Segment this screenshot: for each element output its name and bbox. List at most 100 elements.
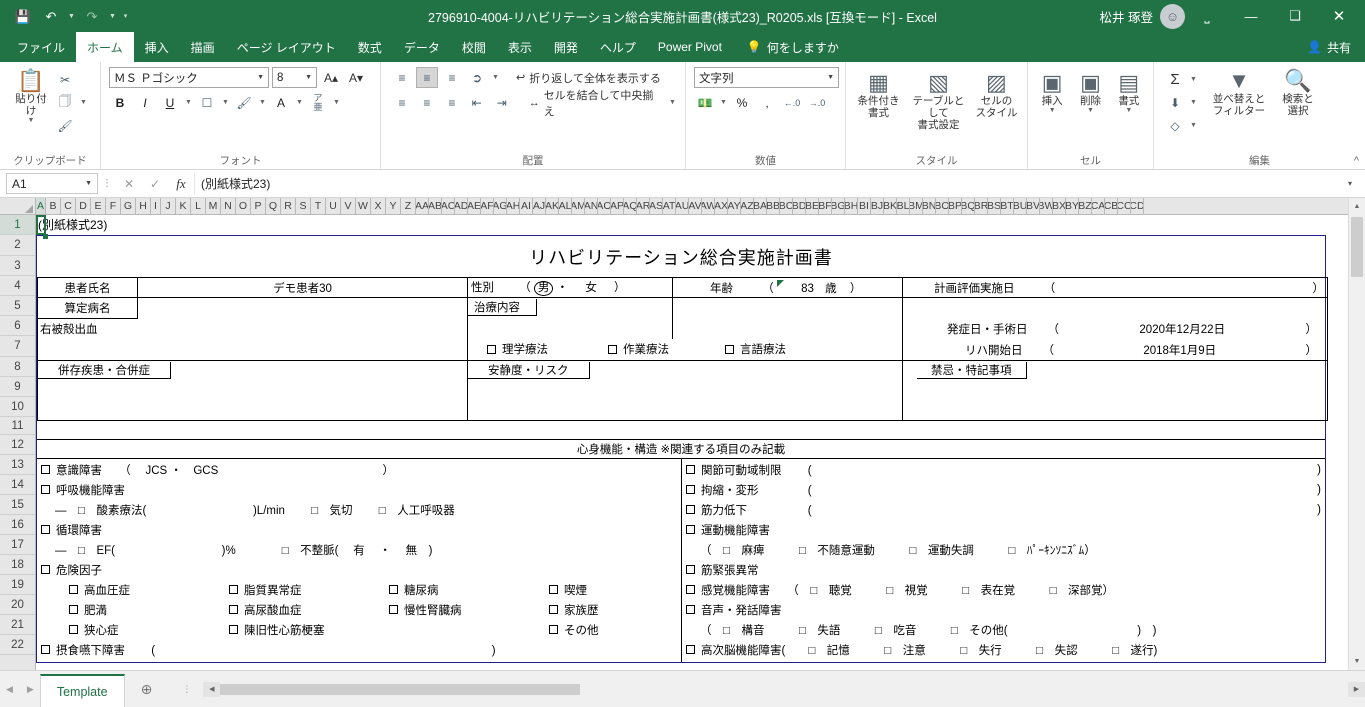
- ribbon-display-options-icon[interactable]: ⎵: [1185, 0, 1229, 32]
- column-header-BO[interactable]: BO: [936, 198, 949, 214]
- row-header-10[interactable]: 10: [0, 397, 35, 417]
- column-header-AL[interactable]: AL: [559, 198, 572, 214]
- row-header-5[interactable]: 5: [0, 296, 35, 316]
- column-header-R[interactable]: R: [281, 198, 296, 214]
- tab-help[interactable]: ヘルプ: [589, 32, 647, 62]
- column-header-CB[interactable]: CB: [1105, 198, 1118, 214]
- tab-draw[interactable]: 描画: [180, 32, 226, 62]
- column-header-BC[interactable]: BC: [780, 198, 793, 214]
- increase-decimal-icon[interactable]: ←.0: [781, 92, 803, 113]
- item-label[interactable]: （ □ 麻痺 □ 不随意運動 □ 運動失調 □ ﾊﾟｰｷﾝｿﾆｽﾞﾑ）: [700, 542, 1096, 558]
- column-header-AW[interactable]: AW: [702, 198, 715, 214]
- column-header-A[interactable]: A: [36, 198, 46, 214]
- sort-filter-button[interactable]: ▼ 並べ替えと フィルター: [1206, 67, 1272, 119]
- rest-risk-value[interactable]: [467, 380, 903, 421]
- number-format-select[interactable]: 文字列 ▼: [694, 67, 839, 88]
- rehab-start-value[interactable]: 2018年1月9日: [1054, 342, 1306, 358]
- undo-dropdown-caret[interactable]: ▼: [66, 13, 77, 20]
- column-header-BV[interactable]: BV: [1027, 198, 1040, 214]
- checkbox-old-myocardial-infarction[interactable]: [229, 625, 238, 634]
- fill-handle[interactable]: [43, 234, 48, 239]
- column-header-K[interactable]: K: [176, 198, 191, 214]
- insert-cells-button[interactable]: ▣ 挿入 ▼: [1033, 69, 1071, 117]
- horizontal-scroll-track[interactable]: [220, 681, 1348, 697]
- cell-styles-button[interactable]: ▨ セルの スタイル: [971, 69, 1022, 121]
- cancel-formula-icon[interactable]: ✕: [116, 173, 142, 194]
- percent-style-icon[interactable]: %: [731, 92, 753, 113]
- copy-dropdown-caret[interactable]: ▼: [79, 99, 88, 106]
- column-header-AP[interactable]: AP: [611, 198, 624, 214]
- column-header-AE[interactable]: AE: [468, 198, 481, 214]
- column-header-J[interactable]: J: [161, 198, 176, 214]
- column-header-X[interactable]: X: [371, 198, 386, 214]
- name-box-caret-icon[interactable]: ▼: [85, 180, 92, 187]
- checkbox-consciousness-disorder[interactable]: [41, 465, 50, 474]
- column-header-V[interactable]: V: [341, 198, 356, 214]
- column-header-AN[interactable]: AN: [585, 198, 598, 214]
- row-header-22[interactable]: 22: [0, 635, 35, 655]
- column-header-S[interactable]: S: [296, 198, 311, 214]
- checkbox-dysphagia[interactable]: [41, 645, 50, 654]
- row-header-12[interactable]: 12: [0, 435, 35, 455]
- font-size-input[interactable]: 8 ▼: [272, 67, 317, 88]
- column-header-BR[interactable]: BR: [975, 198, 988, 214]
- font-color-dropdown-caret[interactable]: ▼: [295, 99, 304, 106]
- underline-dropdown-caret[interactable]: ▼: [184, 99, 193, 106]
- close-button[interactable]: ✕: [1317, 0, 1361, 32]
- next-sheet-icon[interactable]: ▶: [27, 684, 34, 695]
- row-header-1[interactable]: 1: [0, 215, 35, 235]
- orientation-dropdown-caret[interactable]: ▼: [491, 74, 500, 81]
- column-header-CC[interactable]: CC: [1118, 198, 1131, 214]
- find-select-button[interactable]: 🔍 検索と 選択: [1272, 67, 1324, 119]
- tab-power-pivot[interactable]: Power Pivot: [647, 32, 733, 62]
- column-header-BN[interactable]: BN: [923, 198, 936, 214]
- restore-button[interactable]: ❑: [1273, 0, 1317, 32]
- column-header-AT[interactable]: AT: [663, 198, 676, 214]
- checkbox-contracture-deformity[interactable]: [686, 485, 695, 494]
- cut-icon[interactable]: ✂: [54, 69, 76, 90]
- cells-viewport[interactable]: (別紙様式23) リハビリテーション総合実施計画書 患者氏名 デモ患者30 性別…: [36, 215, 1348, 670]
- column-header-H[interactable]: H: [136, 198, 151, 214]
- autosum-icon[interactable]: Σ: [1164, 69, 1186, 90]
- paste-button[interactable]: 📋 貼り付け ▼: [8, 67, 54, 127]
- row-header-19[interactable]: 19: [0, 575, 35, 595]
- horizontal-scrollbar[interactable]: ◀ ▶: [203, 681, 1365, 697]
- column-header-AY[interactable]: AY: [728, 198, 741, 214]
- formula-input[interactable]: (別紙様式23): [194, 173, 1341, 194]
- age-value[interactable]: 83: [787, 283, 814, 295]
- checkbox-occupational-therapy[interactable]: [608, 344, 617, 354]
- checkbox-sensory-dysfunction[interactable]: [686, 585, 695, 594]
- align-center-icon[interactable]: ≡: [416, 92, 438, 113]
- align-bottom-icon[interactable]: ≡: [441, 67, 463, 88]
- row-header-6[interactable]: 6: [0, 316, 35, 336]
- column-header-AQ[interactable]: AQ: [624, 198, 637, 214]
- onset-date-value[interactable]: 2020年12月22日: [1059, 321, 1306, 337]
- paste-dropdown-caret[interactable]: ▼: [27, 117, 36, 125]
- align-middle-icon[interactable]: ≡: [416, 67, 438, 88]
- column-header-BF[interactable]: BF: [819, 198, 832, 214]
- column-header-N[interactable]: N: [221, 198, 236, 214]
- tab-insert[interactable]: 挿入: [134, 32, 180, 62]
- tab-file[interactable]: ファイル: [6, 32, 76, 62]
- phonetic-guide-icon[interactable]: ア亜: [307, 92, 329, 113]
- merge-center-dropdown-caret[interactable]: ▼: [668, 99, 677, 106]
- item-label[interactable]: （ □ 構音 □ 失語 □ 吃音 □ その他( ) ): [700, 622, 1156, 638]
- insert-cells-dropdown-caret[interactable]: ▼: [1048, 107, 1057, 115]
- column-header-AR[interactable]: AR: [637, 198, 650, 214]
- copy-icon[interactable]: 🗍: [54, 92, 76, 113]
- column-header-AO[interactable]: AO: [598, 198, 611, 214]
- vertical-scroll-thumb[interactable]: [1351, 217, 1363, 277]
- checkbox-other-risk[interactable]: [549, 625, 558, 634]
- column-header-BS[interactable]: BS: [988, 198, 1001, 214]
- tab-page-layout[interactable]: ページ レイアウト: [226, 32, 347, 62]
- tab-view[interactable]: 表示: [497, 32, 543, 62]
- column-header-F[interactable]: F: [106, 198, 121, 214]
- enter-formula-icon[interactable]: ✓: [142, 173, 168, 194]
- column-header-Z[interactable]: Z: [401, 198, 416, 214]
- add-sheet-icon[interactable]: ⊕: [125, 671, 169, 707]
- column-header-AJ[interactable]: AJ: [533, 198, 546, 214]
- scroll-up-icon[interactable]: ▲: [1349, 198, 1365, 215]
- contraindication-value[interactable]: [902, 380, 1328, 421]
- column-header-AB[interactable]: AB: [429, 198, 442, 214]
- checkbox-angina[interactable]: [69, 625, 78, 634]
